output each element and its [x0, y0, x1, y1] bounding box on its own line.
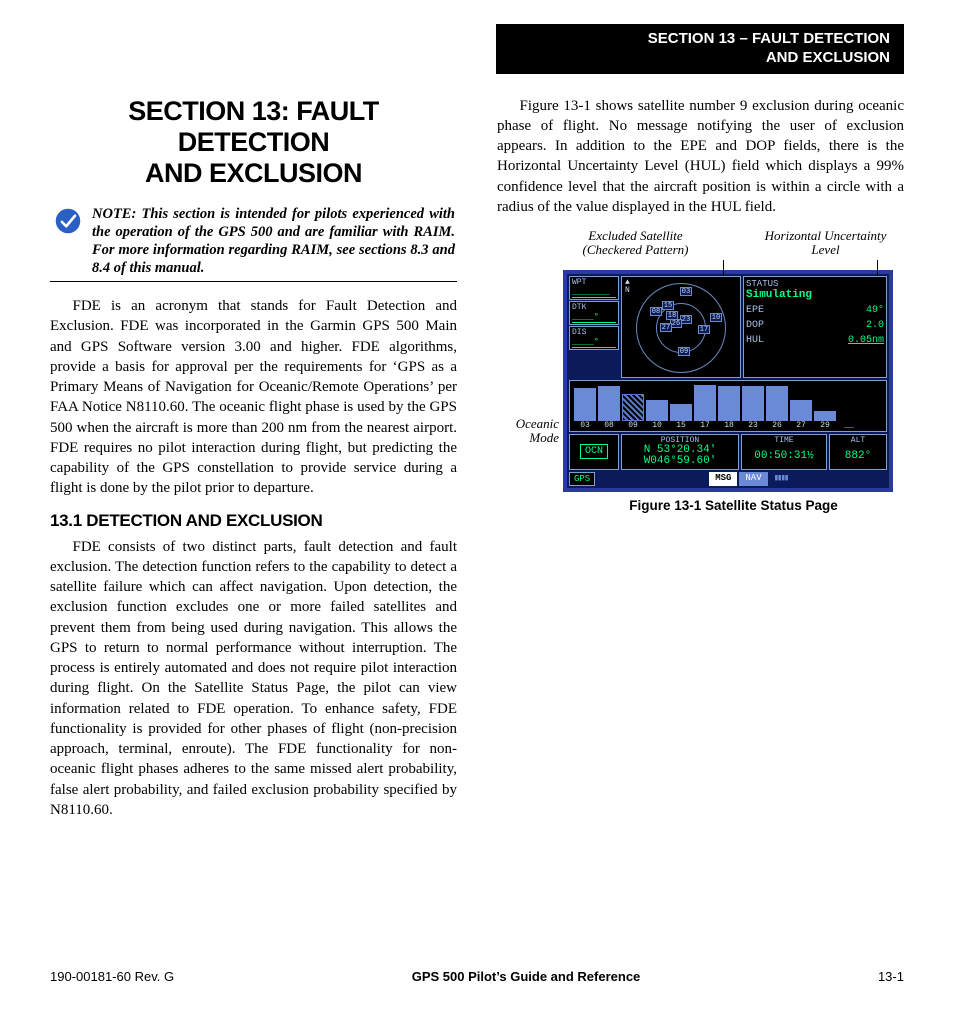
- bar-09-excluded: [622, 394, 644, 421]
- bar-29: [814, 411, 836, 421]
- annotation-oceanic-mode: Oceanic Mode: [497, 417, 563, 446]
- note-block: NOTE: This section is intended for pilot…: [50, 205, 457, 278]
- nav-page-bars-icon: ▮▮▮▮: [770, 472, 792, 486]
- hul-value: 0.05nm: [848, 335, 884, 346]
- gps-field-dis: DIS____°: [569, 326, 619, 350]
- subhead-13-1: 13.1 DETECTION AND EXCLUSION: [50, 511, 457, 531]
- bar-10: [646, 400, 668, 421]
- gps-footer-tags: GPS MSG NAV ▮▮▮▮: [569, 472, 887, 486]
- gps-alt-box: ALT 882°: [829, 434, 887, 470]
- left-column: SECTION 13: FAULT DETECTION AND EXCLUSIO…: [50, 96, 457, 833]
- time-value: 00:50:31½: [744, 451, 824, 463]
- nav-tag: NAV: [739, 472, 767, 486]
- bar-15: [670, 404, 692, 421]
- gps-satellite-status-screen: WPT_______ DTK____° DIS____° ▲N 03 15 08…: [563, 270, 893, 492]
- section-title-line1: SECTION 13: FAULT DETECTION: [128, 96, 379, 157]
- section-header-bar: SECTION 13 – FAULT DETECTION AND EXCLUSI…: [496, 24, 904, 74]
- gps-position-box: POSITION N 53°20.34' W046°59.60': [621, 434, 739, 470]
- two-column-layout: SECTION 13: FAULT DETECTION AND EXCLUSIO…: [50, 96, 904, 833]
- note-underline: [50, 281, 457, 282]
- gps-left-fields: WPT_______ DTK____° DIS____°: [569, 276, 619, 378]
- gps-time-box: TIME 00:50:31½: [741, 434, 827, 470]
- ocn-indicator: OCN: [580, 444, 608, 459]
- dop-value: 2.0: [866, 320, 884, 331]
- gps-status-box: STATUS Simulating EPE 49° DOP 2.0 HUL 0.05n…: [743, 276, 887, 378]
- bar-26: [766, 386, 788, 420]
- figure-caption: Figure 13-1 Satellite Status Page: [497, 498, 904, 513]
- alt-value: 882°: [832, 451, 884, 463]
- note-text: NOTE: This section is intended for pilot…: [92, 205, 457, 278]
- epe-label: EPE: [746, 305, 764, 316]
- annotation-hul: Horizontal Uncertainty Level: [761, 229, 891, 258]
- annotation-leader-lines: [497, 260, 904, 270]
- gps-field-dtk: DTK____°: [569, 301, 619, 325]
- dop-label: DOP: [746, 320, 764, 331]
- status-label: STATUS: [746, 279, 884, 289]
- figure-top-annotations: Excluded Satellite (Checkered Pattern) H…: [497, 229, 904, 258]
- figure-13-1: Excluded Satellite (Checkered Pattern) H…: [497, 229, 904, 513]
- bar-08: [598, 386, 620, 420]
- footer-revision: 190-00181-60 Rev. G: [50, 969, 174, 984]
- annotation-excluded-satellite: Excluded Satellite (Checkered Pattern): [571, 229, 701, 258]
- gps-signal-bars: 03 08 09 10 15 17 18 23 26 27 29 __: [569, 380, 887, 432]
- bar-23: [742, 386, 764, 420]
- bar-id-labels: 03 08 09 10 15 17 18 23 26 27 29 __: [572, 421, 884, 430]
- checkmark-circle-icon: [54, 207, 82, 235]
- hul-label: HUL: [746, 335, 764, 346]
- epe-value: 49°: [866, 305, 884, 316]
- bar-17: [694, 385, 716, 421]
- intro-paragraph: FDE is an acronym that stands for Fault …: [50, 296, 457, 499]
- header-line1: SECTION 13 – FAULT DETECTION: [510, 30, 890, 49]
- footer-title: GPS 500 Pilot’s Guide and Reference: [412, 969, 641, 984]
- bar-27: [790, 400, 812, 421]
- footer-page-number: 13-1: [878, 969, 904, 984]
- status-value: Simulating: [746, 289, 884, 301]
- section-title-line2: AND EXCLUSION: [145, 158, 362, 188]
- right-paragraph: Figure 13-1 shows satellite number 9 exc…: [497, 96, 904, 218]
- msg-tag: MSG: [709, 472, 737, 486]
- page-footer: 190-00181-60 Rev. G GPS 500 Pilot’s Guid…: [50, 969, 904, 984]
- gps-sky-view: ▲N 03 15 08 18 23 26 10 17 27: [621, 276, 741, 378]
- bar-03: [574, 388, 596, 420]
- gps-field-wpt: WPT_______: [569, 276, 619, 300]
- header-line2: AND EXCLUSION: [510, 49, 890, 68]
- paragraph-13-1: FDE consists of two distinct parts, faul…: [50, 537, 457, 821]
- gps-tag: GPS: [569, 472, 595, 486]
- gps-oceanic-mode-box: OCN: [569, 434, 619, 470]
- bar-18: [718, 386, 740, 420]
- position-lon: W046°59.60': [624, 456, 736, 468]
- right-column: Figure 13-1 shows satellite number 9 exc…: [497, 96, 904, 833]
- section-title: SECTION 13: FAULT DETECTION AND EXCLUSIO…: [50, 96, 457, 189]
